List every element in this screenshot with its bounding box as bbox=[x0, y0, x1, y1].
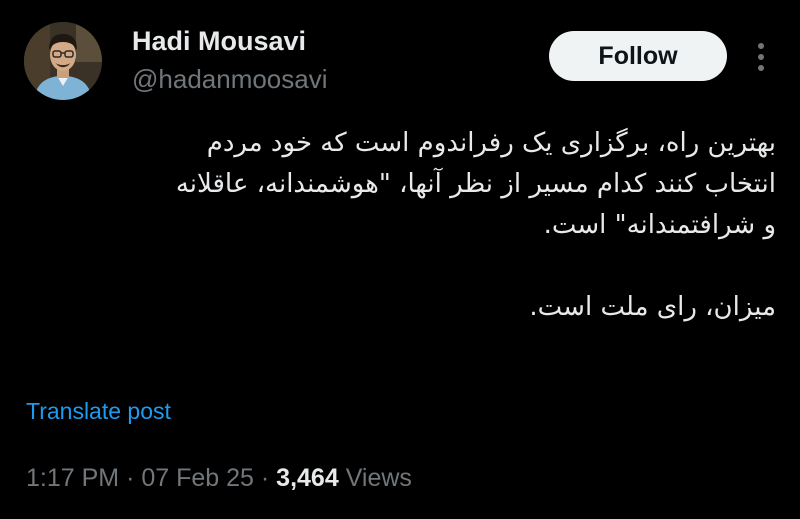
meta-separator: · bbox=[260, 464, 270, 492]
more-options-button[interactable] bbox=[750, 42, 772, 72]
tweet-header: Hadi Mousavi @hadanmoosavi Follow bbox=[24, 22, 776, 104]
views-count[interactable]: 3,464 bbox=[276, 464, 339, 492]
tweet-meta: 1:17 PM · 07 Feb 25 · 3,464 Views bbox=[26, 464, 412, 493]
author-name[interactable]: Hadi Mousavi bbox=[132, 26, 306, 57]
translate-post-link[interactable]: Translate post bbox=[26, 398, 171, 425]
author-handle[interactable]: @hadanmoosavi bbox=[132, 64, 328, 95]
follow-button[interactable]: Follow bbox=[549, 31, 727, 81]
tweet-time[interactable]: 1:17 PM bbox=[26, 464, 119, 492]
meta-separator: · bbox=[126, 464, 135, 492]
tweet-line-1: بهترین راه، برگزاری یک رفراندوم است که خ… bbox=[206, 128, 776, 158]
views-label: Views bbox=[345, 464, 412, 492]
tweet-text: بهترین راه، برگزاری یک رفراندوم است که خ… bbox=[24, 123, 776, 328]
tweet-line-3: و شرافتمندانه" است. bbox=[543, 210, 776, 240]
more-vertical-icon bbox=[758, 43, 764, 71]
tweet-line-2: انتخاب کنند کدام مسیر از نظر آنها، "هوشم… bbox=[175, 169, 776, 199]
avatar[interactable] bbox=[24, 22, 102, 100]
profile-photo-icon bbox=[24, 22, 102, 100]
tweet-date[interactable]: 07 Feb 25 bbox=[141, 464, 254, 492]
tweet-paragraph-2: میزان، رای ملت است. bbox=[529, 292, 776, 322]
